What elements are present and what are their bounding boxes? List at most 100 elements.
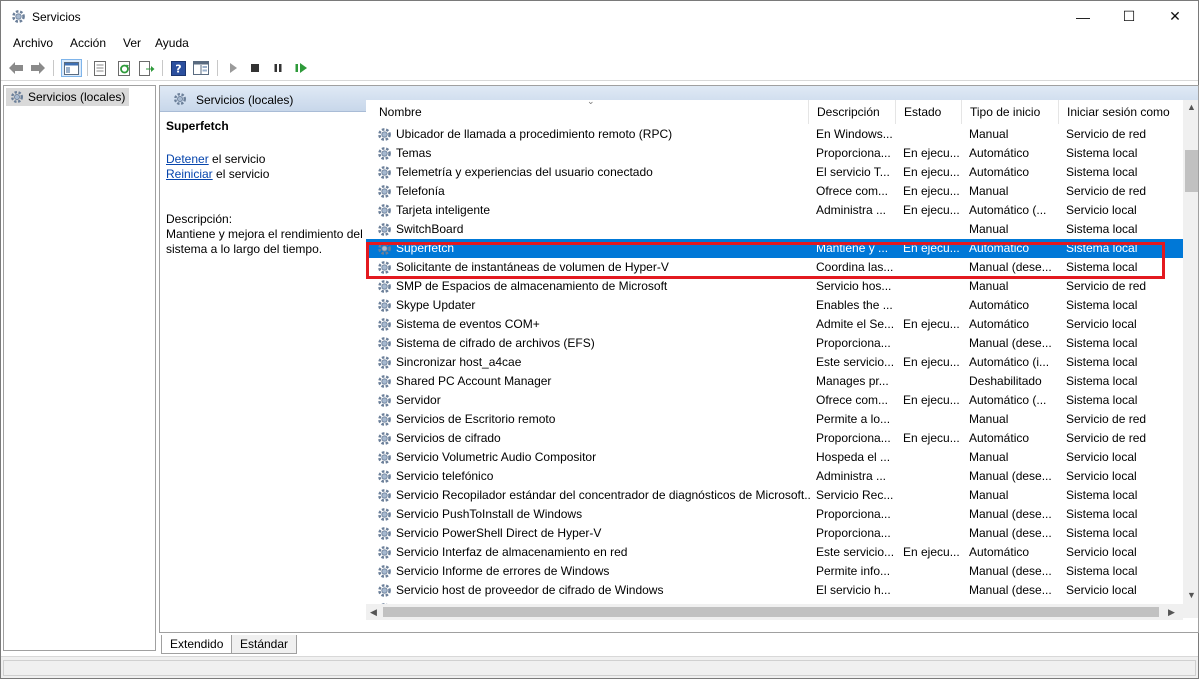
close-icon: ✕	[1169, 8, 1181, 24]
service-state: En ejecu...	[903, 355, 960, 369]
table-row[interactable]: Servicio Informe de errores de Windows Pe…	[366, 562, 1183, 581]
help-icon[interactable]: ?	[169, 59, 187, 77]
refresh-icon[interactable]	[115, 59, 133, 77]
service-description: Mantiene y ...	[816, 241, 889, 255]
service-gear-icon	[376, 202, 393, 219]
vertical-scroll-thumb[interactable]	[1185, 150, 1198, 192]
scroll-right-icon[interactable]: ▶	[1168, 607, 1175, 618]
properties-icon[interactable]	[91, 59, 109, 77]
scroll-down-icon[interactable]: ▼	[1187, 590, 1196, 600]
restart-service-link[interactable]: Reiniciar	[166, 167, 213, 181]
scroll-up-icon[interactable]: ▲	[1187, 102, 1196, 112]
scroll-left-icon[interactable]: ◀	[370, 607, 377, 618]
tab-extendido[interactable]: Extendido	[161, 635, 233, 654]
table-row[interactable]: Telefonía Ofrece com... En ejecu... Manual S…	[366, 182, 1183, 201]
menu-bar: Archivo Acción Ver Ayuda	[1, 33, 1198, 53]
service-name: Servicio Interfaz de almacenamiento en r…	[396, 545, 628, 559]
service-startup-type: Manual	[969, 488, 1009, 502]
service-name: Solicitante de instantáneas de volumen d…	[396, 260, 669, 274]
table-row[interactable]: Servicio Interfaz de almacenamiento en r…	[366, 543, 1183, 562]
services-panel: Servicios (locales) Superfetch Detener e…	[159, 85, 1199, 633]
horizontal-scrollbar[interactable]: ◀ ▶	[366, 604, 1183, 620]
tab-estandar[interactable]: Estándar	[231, 635, 298, 654]
table-row[interactable]: Servicios de cifrado Proporciona... En eje…	[366, 429, 1183, 448]
restart-service-icon[interactable]	[292, 59, 310, 77]
service-name: Tarjeta inteligente	[396, 203, 491, 217]
service-name: Superfetch	[396, 241, 455, 255]
table-row[interactable]: Servicio host de proveedor de cifrado de…	[366, 581, 1183, 600]
description-pane: Superfetch Detener el servicio Reiniciar…	[160, 112, 366, 632]
column-header-description[interactable]: Descripción	[809, 100, 896, 124]
service-state	[903, 258, 965, 277]
menu-accion[interactable]: Acción	[70, 36, 106, 50]
menu-archivo[interactable]: Archivo	[13, 36, 53, 50]
table-row[interactable]: Servicios de Escritorio remoto Permite a …	[366, 410, 1183, 429]
table-row[interactable]: Solicitante de instantáneas de volumen d…	[366, 258, 1183, 277]
table-row[interactable]: Temas Proporciona... En ejecu... Automático…	[366, 144, 1183, 163]
service-gear-icon	[376, 164, 393, 181]
service-state	[903, 334, 965, 353]
table-row[interactable]: Servidor Ofrece com... En ejecu... Automáti…	[366, 391, 1183, 410]
close-button[interactable]: ✕	[1152, 1, 1198, 32]
service-logon-as: Servicio local	[1066, 203, 1137, 217]
start-service-icon[interactable]	[224, 59, 242, 77]
service-startup-type: Manual (dese...	[969, 564, 1052, 578]
service-state: En ejecu...	[903, 545, 960, 559]
maximize-button[interactable]: ☐	[1106, 1, 1152, 32]
table-row[interactable]: SwitchBoard Manual Sistema local	[366, 220, 1183, 239]
table-row[interactable]: Servicio Volumetric Audio Compositor Hosp…	[366, 448, 1183, 467]
service-name: Telefonía	[396, 184, 445, 198]
service-gear-icon	[376, 240, 393, 257]
table-row[interactable]: Sistema de eventos COM+ Admite el Se... En…	[366, 315, 1183, 334]
service-state	[903, 448, 965, 467]
toolbar-separator	[53, 60, 54, 76]
export-list-icon[interactable]	[138, 59, 156, 77]
stop-service-link[interactable]: Detener	[166, 152, 209, 166]
window-title: Servicios	[32, 10, 81, 24]
service-logon-as: Servicio local	[1066, 469, 1137, 483]
table-row[interactable]: Sincronizar host_a4cae Este servicio... En…	[366, 353, 1183, 372]
forward-arrow-icon[interactable]	[29, 59, 47, 77]
table-row[interactable]: Servicio Recopilador estándar del concen…	[366, 486, 1183, 505]
services-window: Servicios — ☐ ✕ Archivo Acción Ver Ayuda	[0, 0, 1199, 679]
table-row[interactable]: Servicio PushToInstall de Windows Proporc…	[366, 505, 1183, 524]
column-header-logon[interactable]: Iniciar sesión como	[1059, 100, 1183, 124]
column-header-startup[interactable]: Tipo de inicio	[962, 100, 1059, 124]
column-header-state[interactable]: Estado	[896, 100, 962, 124]
table-row[interactable]: Skype Updater Enables the ... Automático Si…	[366, 296, 1183, 315]
tree-node-label: Servicios (locales)	[28, 90, 126, 104]
service-gear-icon	[376, 468, 393, 485]
column-header-name[interactable]: Nombre	[371, 100, 809, 124]
title-bar[interactable]: Servicios — ☐ ✕	[1, 1, 1198, 32]
status-bar	[1, 656, 1198, 678]
table-row[interactable]: Servicio PowerShell Direct de Hyper-V Pro…	[366, 524, 1183, 543]
minimize-button[interactable]: —	[1060, 1, 1106, 32]
pause-service-icon[interactable]	[269, 59, 287, 77]
table-row[interactable]: Servicio telefónico Administra ... Manual …	[366, 467, 1183, 486]
table-row[interactable]: Shared PC Account Manager Manages pr... De…	[366, 372, 1183, 391]
service-state: En ejecu...	[903, 184, 960, 198]
table-row[interactable]: SMP de Espacios de almacenamiento de Mic…	[366, 277, 1183, 296]
table-row[interactable]: Ubicador de llamada a procedimiento remo…	[366, 125, 1183, 144]
table-row[interactable]: Tarjeta inteligente Administra ... En ejec…	[366, 201, 1183, 220]
menu-ver[interactable]: Ver	[123, 36, 141, 50]
service-gear-icon	[376, 278, 393, 295]
table-row[interactable]: Superfetch Mantiene y ... En ejecu... Autom…	[366, 239, 1183, 258]
menu-ayuda[interactable]: Ayuda	[155, 36, 189, 50]
service-state	[903, 486, 965, 505]
description-label: Descripción:	[166, 212, 233, 226]
tree-node-services-local[interactable]: Servicios (locales)	[6, 88, 130, 106]
stop-service-icon[interactable]	[246, 59, 264, 77]
service-startup-type: Manual (dese...	[969, 583, 1052, 597]
service-description: Ofrece com...	[816, 393, 889, 407]
vertical-scrollbar[interactable]: ▲ ▼	[1183, 100, 1198, 618]
show-hide-pane-icon[interactable]	[192, 59, 210, 77]
table-row[interactable]: Telemetría y experiencias del usuario co…	[366, 163, 1183, 182]
service-logon-as: Sistema local	[1066, 241, 1138, 255]
console-tree-icon[interactable]	[61, 59, 82, 77]
horizontal-scroll-thumb[interactable]	[383, 607, 1159, 617]
table-row[interactable]: Sistema de cifrado de archivos (EFS) Prop…	[366, 334, 1183, 353]
toolbar-separator	[162, 60, 163, 76]
back-arrow-icon[interactable]	[7, 59, 25, 77]
minimize-icon: —	[1076, 8, 1090, 25]
